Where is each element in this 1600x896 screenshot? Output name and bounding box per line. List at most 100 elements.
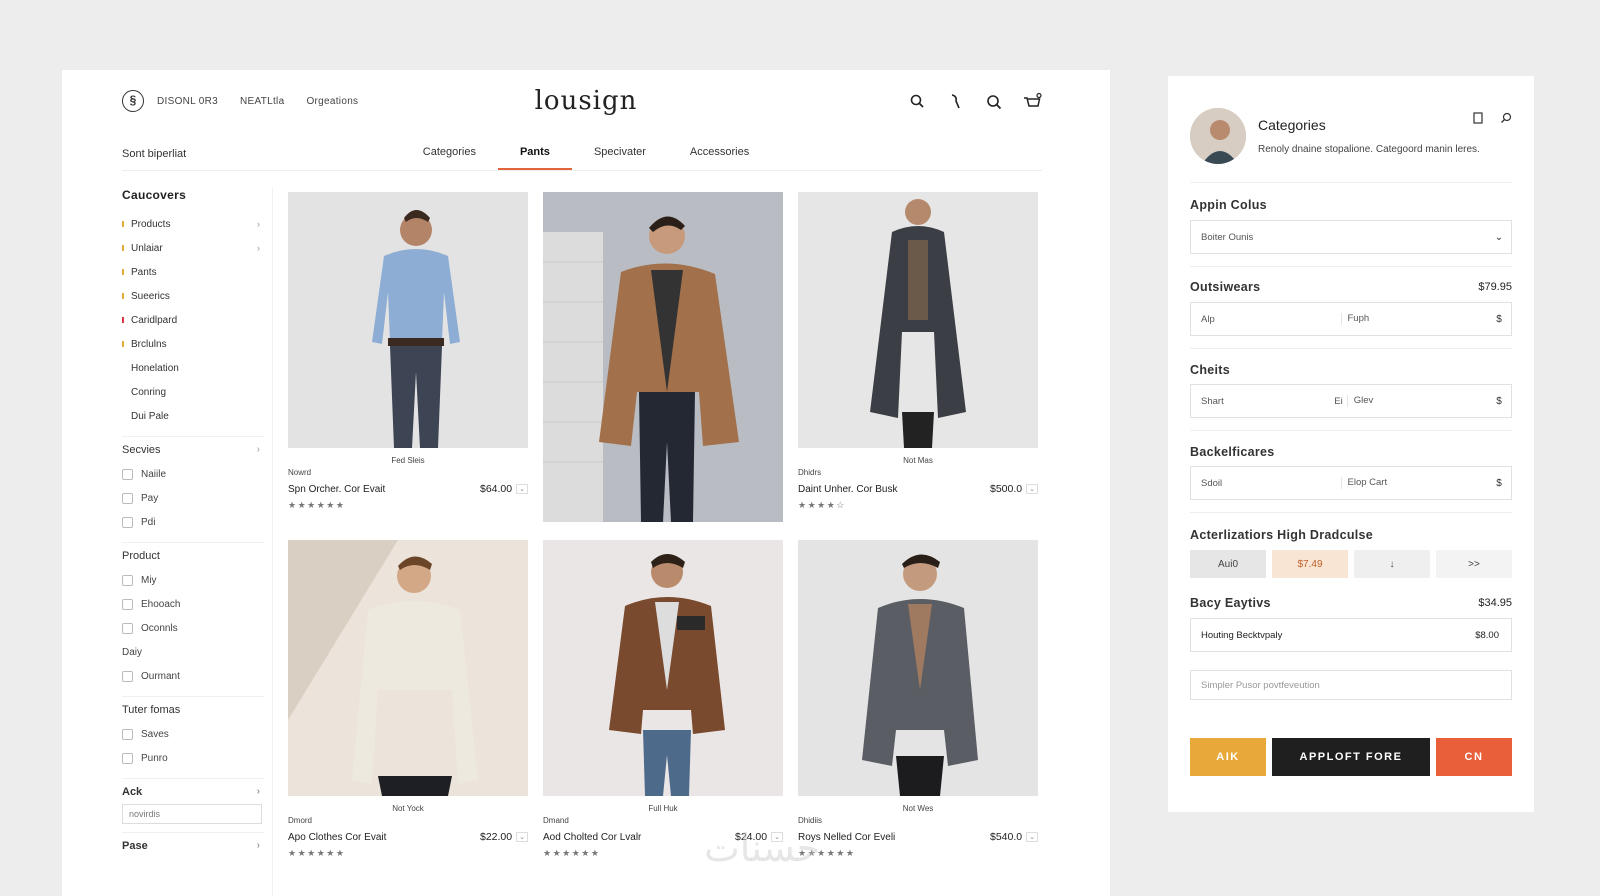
chevron-right-icon: › [257,243,260,253]
cn-button[interactable]: CN [1436,738,1512,776]
tab-accessories[interactable]: Accessories [668,142,771,170]
product-name[interactable]: Aod Cholted Cor Lvalr [543,832,641,843]
divider [1190,266,1512,267]
product-photo[interactable] [798,192,1038,448]
checkbox-label: Ehooach [141,598,181,610]
search-icon[interactable] [1500,112,1512,124]
field-max[interactable]: Fuph [1340,313,1488,325]
sidebar-title: Caucovers [122,188,187,202]
sidebar-item[interactable]: Pants [122,260,264,284]
chevron-icon[interactable]: ⌄ [1026,832,1038,842]
top-bar: § DISONL 0R3 NEATLtla Orgeations lousign [62,70,1110,132]
sidebar-item[interactable]: Brclulns [122,332,264,356]
product-card[interactable]: Full Huk Dmand Aod Cholted Cor Lvalr $24.… [543,540,783,859]
product-photo[interactable] [288,540,528,796]
chevron-icon[interactable]: ⌄ [516,484,528,494]
checkbox[interactable] [122,670,133,682]
sidebar-item[interactable]: Sueerics [122,284,264,308]
fast-forward-icon[interactable]: >> [1436,550,1512,578]
aik-button[interactable]: AIK [1190,738,1266,776]
section-pase-label: Pase [122,840,148,852]
chevron-right-icon: › [257,219,260,229]
section-ack[interactable]: Ack › [122,778,264,804]
price-range-field[interactable]: Shart Ei Glev $ [1190,384,1512,418]
chevron-icon[interactable]: ⌄ [516,832,528,842]
checkbox[interactable] [122,516,133,528]
field-min[interactable]: Shart [1191,396,1334,407]
field-value: $8.00 [1475,629,1499,641]
avatar[interactable] [1190,108,1246,164]
field-min[interactable]: Sdoil [1191,478,1341,489]
segment-option-selected[interactable]: $7.49 [1272,550,1348,578]
checkbox-label: Punro [141,752,168,764]
checkbox-row[interactable]: Pay [122,486,264,510]
cart-icon[interactable] [1022,92,1042,112]
checkbox[interactable] [122,468,133,480]
field-min[interactable]: Alp [1191,314,1341,325]
segment-option[interactable]: Aui0 [1190,550,1266,578]
note-icon[interactable] [1472,112,1484,124]
checkbox[interactable] [122,598,133,610]
product-name[interactable]: Apo Clothes Cor Evait [288,832,386,843]
checkbox-row[interactable]: Ehooach [122,592,264,616]
sidebar-item[interactable]: Conring [122,380,264,404]
header-divider [122,170,1042,171]
price-range-field[interactable]: Alp Fuph $ [1190,302,1512,336]
product-card[interactable]: Not Yock Dmord Apo Clothes Cor Evait $22.… [288,540,528,859]
notes-textarea[interactable]: Simpler Pusor povtfeveution [1190,670,1512,700]
sidebar-divider [272,188,273,896]
field-max[interactable]: Glev [1346,395,1487,407]
sidebar-item[interactable]: Caridlpard [122,308,264,332]
bullet-marker [122,293,124,299]
product-name[interactable]: Daint Unher. Cor Busk [798,484,898,495]
checkbox-row[interactable]: Oconnls [122,616,264,640]
product-caption: Not Mas [903,456,933,465]
section-other[interactable]: Tuter fomas [122,696,264,722]
checkbox[interactable] [122,728,133,740]
color-select[interactable]: Boiter Ounis ⌄ [1190,220,1512,254]
arrow-down-icon[interactable]: ↓ [1354,550,1430,578]
tab-specivater[interactable]: Specivater [572,142,668,170]
product-card[interactable]: Not Mas Dhidrs Daint Unher. Cor Busk $500… [798,192,1038,511]
checkbox[interactable] [122,752,133,764]
checkbox-row[interactable]: Punro [122,746,264,770]
search-icon[interactable] [908,92,928,112]
checkbox-row[interactable]: Ourmant [122,664,264,688]
sidebar-item[interactable]: Unlaiar › [122,236,264,260]
product-name[interactable]: Spn Orcher. Cor Evait [288,484,385,495]
section-services[interactable]: Secvies › [122,436,264,462]
product-photo[interactable] [543,540,783,796]
checkbox-row[interactable]: Miy [122,568,264,592]
checkbox-row[interactable]: Saves [122,722,264,746]
section-product[interactable]: Product [122,542,264,568]
field-max[interactable]: Elop Cart [1340,477,1488,489]
price-range-field[interactable]: Sdoil Elop Cart $ [1190,466,1512,500]
bullet-marker [122,245,124,251]
tab-pants[interactable]: Pants [497,142,572,170]
sidebar-item[interactable]: Dui Pale [122,404,264,428]
product-caption: Not Wes [902,804,934,813]
checkbox[interactable] [122,622,133,634]
sidebar-item[interactable]: Honelation [122,356,264,380]
ack-input[interactable] [122,804,262,824]
model-brown-jacket-jeans [609,554,725,796]
search-icon-2[interactable] [984,92,1004,112]
product-photo[interactable] [288,192,528,448]
apply-button[interactable]: APPLOFT FORE [1272,738,1430,776]
tab-categories[interactable]: Categories [401,142,498,170]
product-card[interactable] [543,192,783,522]
checkbox-row[interactable]: Naiile [122,462,264,486]
product-card[interactable]: Not Wes Dhidiis Roys Nelled Cor Eveli $54… [798,540,1038,859]
section-pase[interactable]: Pase › [122,832,264,858]
checkbox[interactable] [122,492,133,504]
product-photo[interactable] [798,540,1038,796]
checkbox[interactable] [122,574,133,586]
hook-icon[interactable] [946,92,966,112]
product-card[interactable]: Fed Sleis Nowrd Spn Orcher. Cor Evait $64… [288,192,528,511]
product-photo[interactable] [543,192,783,522]
chevron-icon[interactable]: ⌄ [1026,484,1038,494]
checkbox-row[interactable]: Pdi [122,510,264,534]
sidebar-item[interactable]: Products › [122,212,264,236]
section-ack-label: Ack [122,786,143,798]
shipping-field[interactable]: Houting Becktvpaly $8.00 [1190,618,1512,652]
